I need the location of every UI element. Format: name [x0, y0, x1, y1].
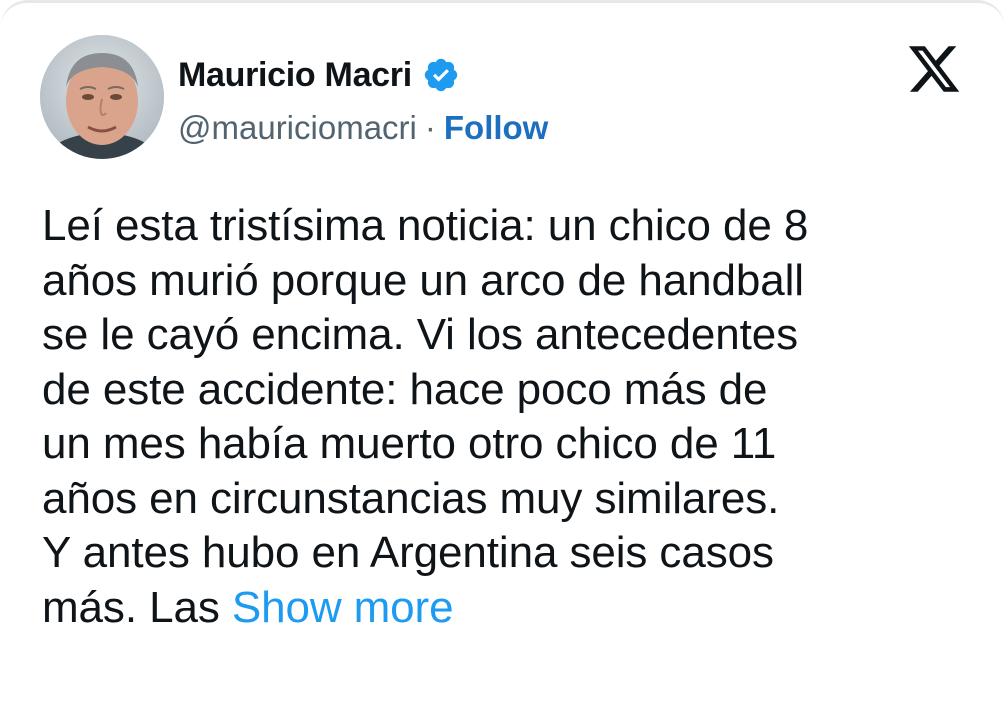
author-handle[interactable]: @mauriciomacri	[178, 109, 417, 147]
tweet-text: Leí esta tristísima noticia: un chico de…	[42, 199, 977, 635]
tweet-text-line: Y antes hubo en Argentina seis casos	[42, 528, 774, 577]
avatar[interactable]	[40, 35, 164, 159]
show-more-link[interactable]: Show more	[232, 583, 454, 632]
author-handle-row: @mauriciomacri · Follow	[178, 107, 548, 149]
tweet-text-line: Leí esta tristísima noticia: un chico de…	[42, 201, 809, 250]
separator-dot: ·	[424, 109, 436, 146]
follow-button[interactable]: Follow	[444, 109, 548, 147]
avatar-image	[40, 35, 164, 159]
tweet-text-line: un mes había muerto otro chico de 11	[42, 419, 777, 468]
author-display-name[interactable]: Mauricio Macri	[178, 56, 412, 95]
tweet-card: Mauricio Macri @mauriciomacri · Follow L…	[0, 0, 1005, 720]
tweet-text-line: se le cayó encima. Vi los antecedentes	[42, 310, 799, 359]
tweet-text-line: de este accidente: hace poco más de	[42, 364, 768, 414]
tweet-text-fragment: más. Las	[42, 582, 232, 632]
verified-badge-icon	[422, 56, 460, 94]
author-name-row: Mauricio Macri	[178, 53, 460, 97]
x-logo-icon[interactable]	[905, 41, 963, 97]
tweet-text-line: años murió porque un arco de handball	[42, 255, 804, 305]
tweet-text-last-line: más. Las Show more	[42, 581, 977, 636]
tweet-text-line: años en circunstancias muy similares.	[42, 473, 780, 523]
